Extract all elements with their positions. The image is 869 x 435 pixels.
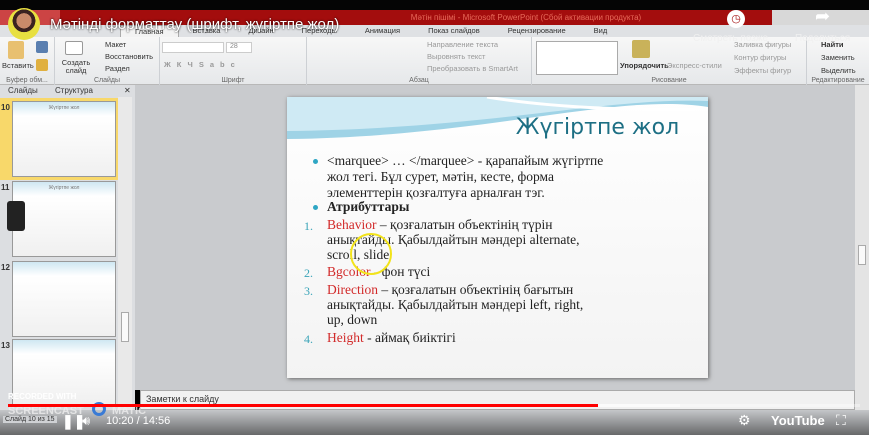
tab-animation[interactable]: Анимация (351, 25, 414, 37)
tab-view[interactable]: Вид (580, 25, 622, 37)
slide-number: 13 (1, 341, 10, 350)
slide-thumbnail-11[interactable]: Жүгіртпе жол (12, 181, 116, 257)
exit-fullscreen-icon[interactable]: ⛶ (836, 412, 846, 429)
pane-scroll-thumb[interactable] (121, 312, 129, 342)
layout-button[interactable]: Макет (105, 40, 126, 49)
slide-number: 11 (1, 183, 10, 192)
cursor-highlight (350, 233, 392, 275)
drawing-label: Рисование (651, 77, 687, 84)
slide-thumbnail-12[interactable] (12, 261, 116, 337)
attribute-name: Height (327, 330, 364, 345)
slide-number: 10 (1, 103, 10, 112)
notes-field[interactable]: Заметки к слайду (140, 390, 855, 410)
list-number: 2. (304, 266, 313, 280)
smartart-button[interactable]: Преобразовать в SmartArt (427, 64, 518, 73)
reset-button[interactable]: Восстановить (105, 52, 153, 61)
volume-icon[interactable]: 🔊︎ (82, 413, 90, 429)
tab-slideshow[interactable]: Показ слайдов (414, 25, 494, 37)
font-size-input[interactable]: 28 (226, 42, 252, 53)
tab-review[interactable]: Рецензирование (494, 25, 580, 37)
shapes-gallery[interactable] (536, 41, 618, 75)
pane-tabs: Слайды Структура ✕ (0, 85, 135, 97)
quick-styles-button[interactable]: Экспресс-стили (667, 61, 722, 70)
slide-text: анықтайды. Қабылдайтын мәндері left, rig… (327, 297, 584, 312)
slides-label: Слайды (93, 77, 121, 84)
bullet-icon (313, 159, 318, 164)
settings-icon[interactable]: ⚙ (738, 412, 751, 429)
slide-text: элементтерін қозғалтуға арналған тэг. (327, 185, 545, 200)
thumb-title: Жүгіртпе жол (48, 105, 80, 111)
paragraph-label: Абзац (409, 77, 429, 84)
paragraph-group: Направление текста Выровнять текст Преоб… (307, 37, 532, 85)
paste-icon (8, 41, 24, 59)
tab-outline[interactable]: Структура (55, 85, 93, 97)
vertical-scrollbar[interactable] (855, 85, 869, 410)
channel-avatar[interactable] (8, 8, 40, 40)
watch-later-label[interactable]: Смотреть позже (693, 33, 768, 44)
thumb-title: Жүгіртпе жол (48, 185, 80, 191)
shape-effects-button[interactable]: Эффекты фигур (734, 66, 791, 75)
arrange-button[interactable]: Упорядочить (620, 61, 669, 70)
font-group: 28 ЖКЧSabc Шрифт (160, 37, 307, 85)
list-item: Height - аймақ биіктігі (327, 330, 456, 345)
attribute-name: Behavior (327, 217, 377, 232)
slide-canvas[interactable]: Жүгіртпе жол <marquee> … </marquee> - қа… (287, 97, 708, 378)
ribbon: Вставить Буфер обм... Создать слайд Маке… (0, 37, 869, 85)
shape-outline-button[interactable]: Контур фигуры (734, 53, 786, 62)
attribute-name: Direction (327, 282, 378, 297)
slide-number: 12 (1, 263, 10, 272)
list-number: 3. (304, 284, 313, 298)
video-top-bar (0, 0, 869, 10)
drawing-group: Упорядочить Экспресс-стили Заливка фигур… (532, 37, 807, 85)
new-slide-icon (65, 41, 83, 55)
list-number: 4. (304, 332, 313, 346)
clipboard-label: Буфер обм... (6, 77, 48, 84)
clock-icon[interactable]: ◷ (727, 10, 745, 28)
select-button[interactable]: Выделить (821, 66, 856, 75)
share-icon[interactable]: ➦ (815, 6, 830, 27)
editing-label: Редактирование (811, 77, 865, 84)
share-label[interactable]: Поделиться (795, 33, 850, 44)
list-item: Direction – қозғалатын объектінің бағыты… (327, 282, 573, 297)
section-button[interactable]: Раздел (105, 64, 130, 73)
slide-counter: Слайд 10 из 15 (3, 416, 57, 423)
slide-text: - аймақ биіктігі (363, 330, 456, 345)
font-label: Шрифт (221, 77, 245, 84)
pane-scrollbar[interactable] (118, 97, 132, 410)
editing-group: Найти Заменить Выделить Редактирование (807, 37, 869, 85)
tab-slides[interactable]: Слайды (8, 85, 38, 97)
slide-title: Жүгіртпе жол (515, 115, 680, 140)
font-style-icons[interactable]: ЖКЧSabc (164, 60, 241, 69)
close-pane-icon[interactable]: ✕ (124, 85, 131, 97)
text-direction-button[interactable]: Направление текста (427, 40, 498, 49)
slide-text: – қозғалатын объектінің түрін (376, 217, 553, 232)
paste-button[interactable]: Вставить (2, 61, 34, 70)
align-text-button[interactable]: Выровнять текст (427, 52, 485, 61)
cut-icon[interactable] (36, 41, 48, 53)
clipboard-group: Вставить Буфер обм... (0, 37, 55, 85)
time-display: 10:20 / 14:56 (106, 415, 171, 427)
scroll-thumb[interactable] (858, 245, 866, 265)
arrange-icon (632, 40, 650, 58)
slide-text: жол тегі. Бұл сурет, мәтін, кесте, форма (327, 169, 554, 184)
slides-group: Создать слайд Макет Восстановить Раздел … (55, 37, 160, 85)
bullet-icon (313, 205, 318, 210)
video-overlay-card-icon[interactable] (7, 201, 25, 231)
slide-text: Атрибуттары (327, 199, 410, 214)
format-painter-icon[interactable] (36, 59, 48, 71)
slide-text: up, down (327, 312, 378, 327)
replace-button[interactable]: Заменить (821, 53, 855, 62)
watermark-recorded: RECORDED WITH (8, 392, 77, 401)
new-slide-button[interactable]: Создать слайд (61, 59, 91, 75)
list-item: Behavior – қозғалатын объектінің түрін (327, 217, 552, 232)
list-number: 1. (304, 219, 313, 233)
progress-played[interactable] (8, 404, 598, 407)
video-title[interactable]: Мәтінді форматтау (шрифт, жүгіртпе жол) (50, 16, 339, 33)
slide-thumbnail-10[interactable]: Жүгіртпе жол (12, 101, 116, 177)
youtube-logo[interactable]: YouTube (771, 413, 825, 428)
font-name-input[interactable] (162, 42, 224, 53)
slide-text: <marquee> … </marquee> - қарапайым жүгір… (327, 153, 604, 168)
slide-text: – қозғалатын объектінің бағытын (377, 282, 574, 297)
